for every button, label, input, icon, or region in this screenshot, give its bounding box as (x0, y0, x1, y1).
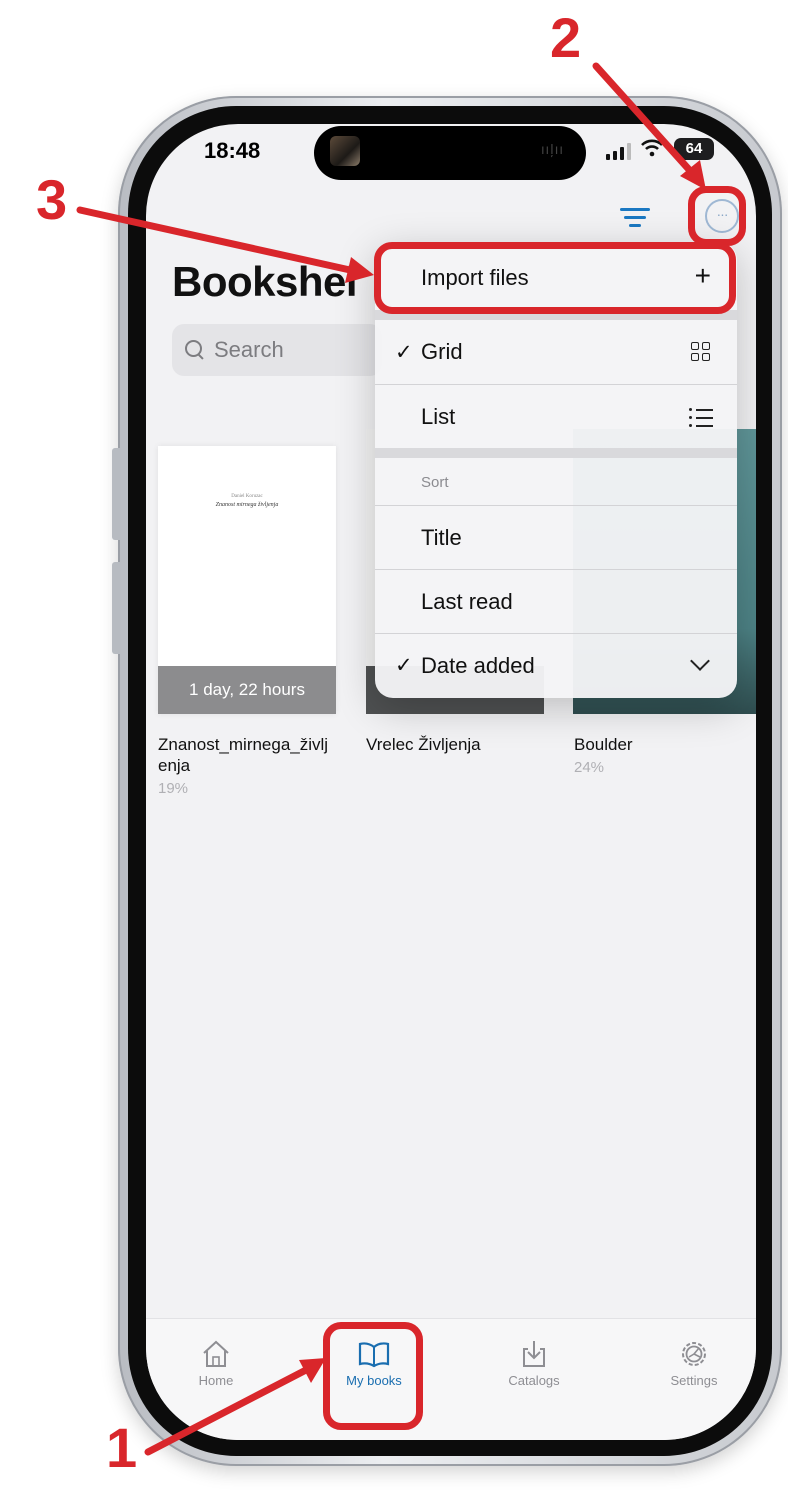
checkmark-icon: ✓ (395, 340, 413, 364)
book-item[interactable]: Daniel Koruzac Znanost mirnega življenja… (158, 446, 336, 797)
book-item[interactable]: Boulder 24% (574, 714, 752, 776)
tab-label: Home (198, 1373, 234, 1388)
page-title: Bookshel (172, 258, 358, 305)
tab-label: Settings (670, 1373, 718, 1388)
menu-item-list[interactable]: List (375, 384, 737, 448)
battery-icon: 64 (674, 138, 714, 160)
list-view-icon (689, 407, 713, 427)
book-item[interactable]: Vrelec Življenja (366, 714, 544, 755)
status-time: 18:48 (204, 138, 261, 163)
home-icon (203, 1340, 229, 1367)
book-title: Boulder (574, 735, 633, 754)
audio-waveform-icon: ııļıı (540, 143, 564, 158)
time-left-label: 1 day, 22 hours (158, 666, 336, 714)
tab-home[interactable]: Home (168, 1339, 264, 1388)
menu-item-grid[interactable]: ✓ Grid (375, 320, 737, 384)
book-cover[interactable]: Daniel Koruzac Znanost mirnega življenja… (158, 446, 336, 714)
annotation-box-import-files (374, 242, 736, 314)
search-input[interactable]: Search (172, 324, 382, 376)
cellular-signal-icon (606, 142, 631, 160)
book-title: Vrelec Življenja (366, 735, 481, 754)
menu-item-sort-title[interactable]: Title (375, 505, 737, 569)
phone-screen: 18:48 ııļıı 64 ··· Bookshel Search Danie… (146, 124, 756, 1440)
menu-item-label: Grid (421, 339, 463, 364)
tab-bar: Home My books Catalogs Settings (146, 1318, 756, 1440)
book-title: Znanost_mirnega_življenja (158, 735, 329, 775)
search-placeholder: Search (214, 337, 284, 362)
checkmark-icon: ✓ (395, 654, 413, 677)
tab-settings[interactable]: Settings (646, 1339, 742, 1388)
annotation-step-number: 3 (36, 168, 68, 231)
cover-author: Daniel Koruzac (231, 494, 263, 499)
sort-section-header: Sort (421, 474, 449, 491)
wifi-icon (640, 138, 664, 164)
chevron-down-icon (690, 651, 710, 671)
menu-item-label: Title (421, 524, 462, 550)
dynamic-island: ııļıı (314, 126, 586, 180)
book-progress: 19% (158, 780, 189, 797)
download-tray-icon (523, 1341, 545, 1367)
grid-view-icon (691, 342, 711, 362)
annotation-step-number: 1 (106, 1416, 138, 1479)
annotation-box-more-button (688, 186, 746, 246)
now-playing-artwork (330, 136, 360, 166)
menu-item-sort-date-added[interactable]: ✓ Date added (375, 633, 737, 697)
menu-item-label: List (421, 403, 456, 429)
menu-item-sort-last-read[interactable]: Last read (375, 569, 737, 633)
volume-down-button (112, 562, 120, 654)
gear-icon (682, 1342, 706, 1366)
menu-item-label: Date added (421, 652, 535, 678)
cover-title: Znanost mirnega življenja (215, 502, 279, 508)
annotation-step-number: 2 (550, 6, 582, 69)
book-progress: 24% (574, 759, 605, 776)
menu-item-label: Last read (421, 588, 513, 614)
tab-label: Catalogs (508, 1373, 560, 1388)
action-button (112, 448, 120, 540)
search-icon (184, 339, 206, 361)
filter-lines-icon[interactable] (618, 202, 652, 232)
annotation-box-my-books-tab (323, 1322, 423, 1430)
menu-separator (375, 448, 737, 458)
tab-catalogs[interactable]: Catalogs (486, 1339, 582, 1388)
